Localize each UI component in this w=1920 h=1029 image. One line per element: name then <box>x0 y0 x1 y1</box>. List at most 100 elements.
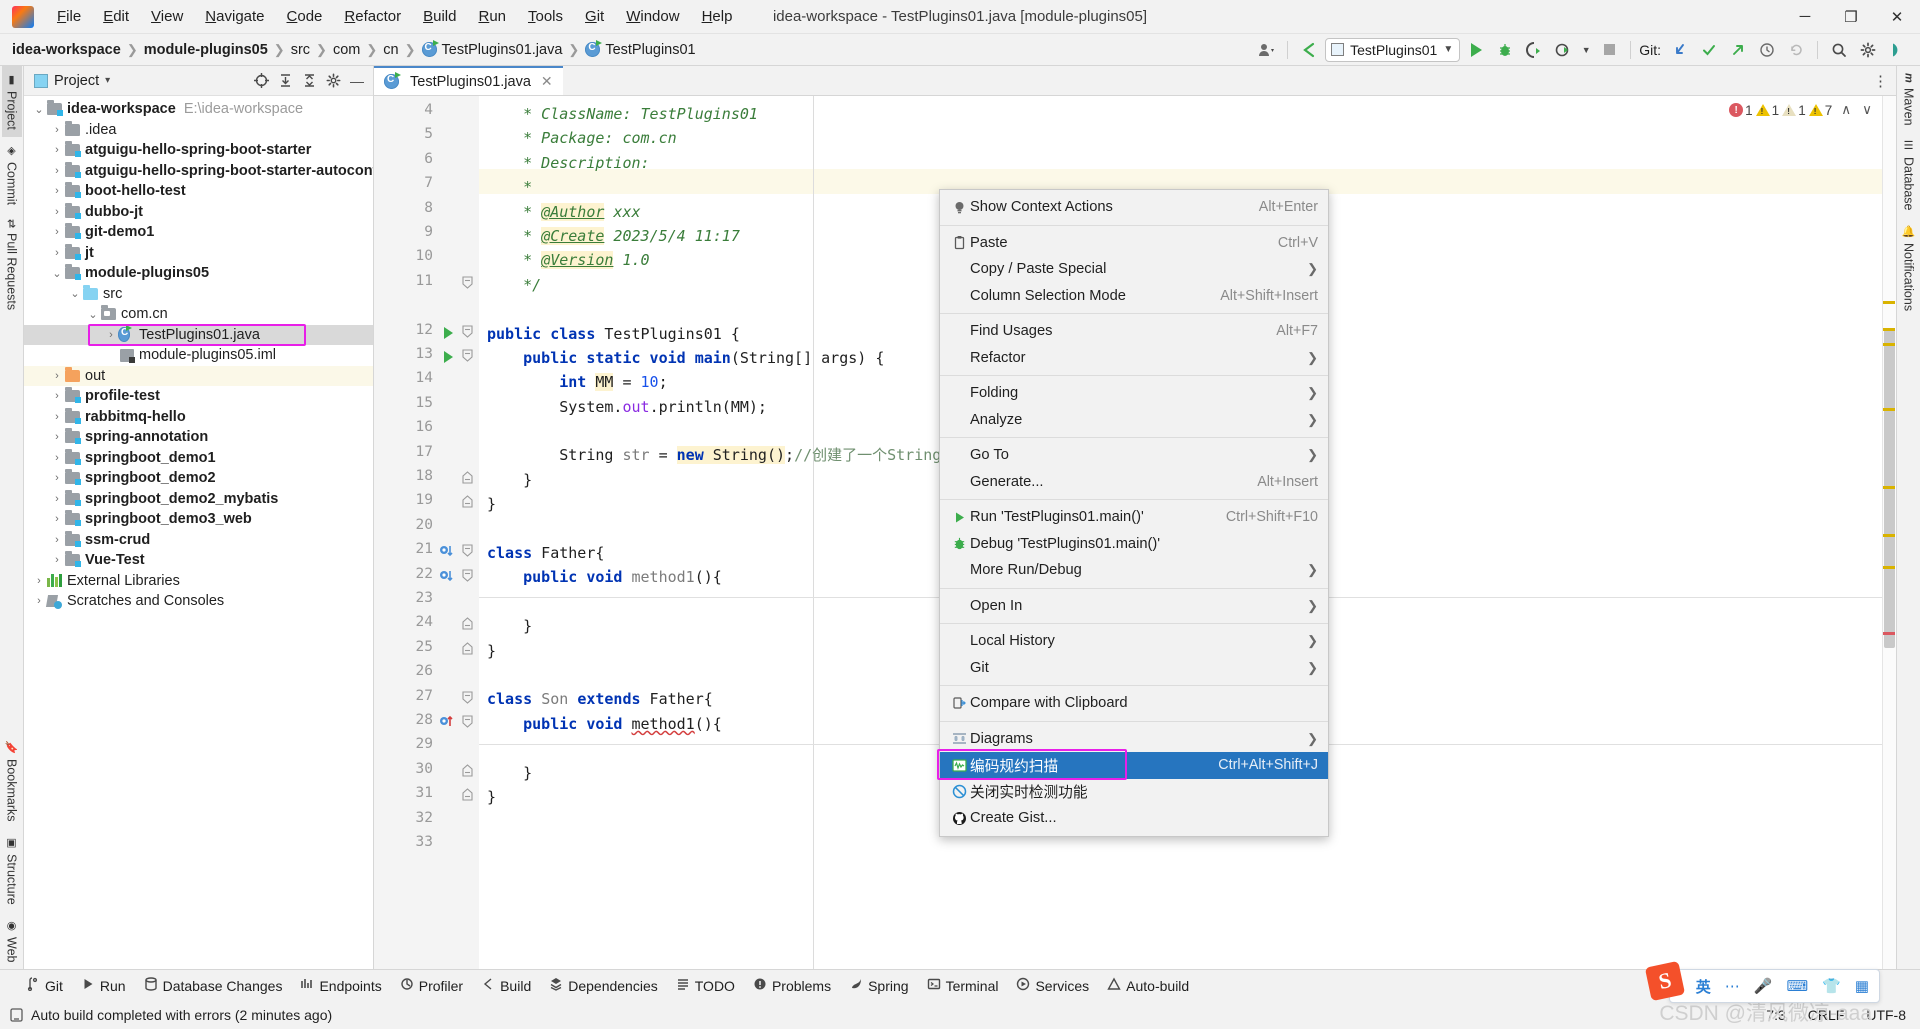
tree-node-atguigu-hello-spring-boot-starter-autoconfigu[interactable]: › atguigu-hello-spring-boot-starter-autoc… <box>24 161 373 182</box>
context-menu-item-19[interactable]: 关闭实时检测功能 <box>940 779 1328 806</box>
file-encoding[interactable]: UTF-8 <box>1866 1007 1906 1023</box>
expand-arrow-icon[interactable]: › <box>50 124 64 136</box>
code-folding-icon[interactable] <box>462 691 473 707</box>
context-menu-item-11[interactable]: Debug 'TestPlugins01.main()' <box>940 531 1328 558</box>
context-menu-item-2[interactable]: Copy / Paste Special ❯ <box>940 256 1328 283</box>
menu-edit[interactable]: Edit <box>92 4 140 29</box>
collapse-all-icon[interactable] <box>299 71 319 91</box>
inspection-marker[interactable] <box>1883 408 1895 411</box>
expand-arrow-icon[interactable]: › <box>50 247 64 259</box>
warning-count-badge[interactable]: 1 <box>1755 103 1779 118</box>
inspection-marker[interactable] <box>1883 534 1895 537</box>
inspection-marker[interactable] <box>1883 301 1895 304</box>
editor-tabs-more-icon[interactable]: ⋮ <box>1873 66 1896 95</box>
breadcrumb-item-5[interactable]: C TestPlugins01.java <box>421 40 562 58</box>
menu-help[interactable]: Help <box>691 4 744 29</box>
tree-node-scratches-and-consoles[interactable]: › Scratches and Consoles <box>24 591 373 612</box>
inspection-summary[interactable]: ! 1 1 1 7 ∧ ∨ <box>1729 102 1872 118</box>
expand-arrow-icon[interactable]: › <box>50 472 64 484</box>
expand-arrow-icon[interactable]: › <box>50 370 64 382</box>
sidebar-item-structure[interactable]: ▣ Structure <box>2 829 22 912</box>
sidebar-item-commit[interactable]: ◈ Commit <box>2 137 22 212</box>
expand-arrow-icon[interactable]: › <box>32 575 46 587</box>
tab-testplugins01-java[interactable]: C TestPlugins01.java ✕ <box>374 66 563 95</box>
tool-window-dependencies[interactable]: Dependencies <box>549 977 658 994</box>
history-icon[interactable] <box>1754 38 1780 62</box>
code-editor[interactable]: 4 5 6 7 8 9 10 11 12 13 14 15 16 17 18 19 20 21 22 23 24 25 26… <box>374 96 1896 969</box>
editor-inspection-scrollbar[interactable] <box>1882 96 1896 969</box>
sogou-logo-icon[interactable]: S <box>1644 960 1685 1002</box>
expand-arrow-icon[interactable]: › <box>32 595 46 607</box>
expand-arrow-icon[interactable]: ⌄ <box>68 287 82 300</box>
tool-window-profiler[interactable]: Profiler <box>400 977 463 994</box>
context-menu-item-3[interactable]: Column Selection Mode Alt+Shift+Insert <box>940 283 1328 310</box>
menu-navigate[interactable]: Navigate <box>194 4 275 29</box>
expand-arrow-icon[interactable]: › <box>50 513 64 525</box>
run-button[interactable] <box>1463 38 1489 62</box>
tree-node-out[interactable]: › out <box>24 365 373 386</box>
tree-node-ssm-crud[interactable]: › ssm-crud <box>24 530 373 551</box>
breadcrumb-item-6[interactable]: C TestPlugins01 <box>585 40 696 58</box>
tool-window-git[interactable]: Git <box>26 977 63 994</box>
weak-warning-count-badge[interactable]: 1 <box>1782 103 1806 118</box>
inspection-marker[interactable] <box>1883 343 1895 346</box>
menu-file[interactable]: File <box>46 4 92 29</box>
tree-node-idea-workspace[interactable]: ⌄ idea-workspace E:\idea-workspace <box>24 99 373 120</box>
run-gutter-icon[interactable] <box>444 350 453 367</box>
tool-window-todo[interactable]: TODO <box>676 977 735 994</box>
close-icon[interactable]: ✕ <box>541 73 553 90</box>
expand-arrow-icon[interactable]: › <box>50 411 64 423</box>
tool-window-build[interactable]: Build <box>481 977 531 994</box>
other-warning-count-badge[interactable]: 7 <box>1808 103 1832 118</box>
overridden-method-icon[interactable] <box>439 569 453 588</box>
voice-icon[interactable]: 🎤 <box>1754 977 1773 995</box>
context-menu-item-9[interactable]: Generate... Alt+Insert <box>940 469 1328 496</box>
inspection-marker[interactable] <box>1883 566 1895 569</box>
code-folding-icon[interactable] <box>462 642 473 658</box>
editor-gutter[interactable]: 4 5 6 7 8 9 10 11 12 13 14 15 16 17 18 19 20 21 22 23 24 25 26… <box>374 96 479 969</box>
tree-node-dubbo-jt[interactable]: › dubbo-jt <box>24 202 373 223</box>
context-menu-item-17[interactable]: Diagrams ❯ <box>940 726 1328 753</box>
expand-arrow-icon[interactable]: › <box>50 390 64 402</box>
breadcrumb-item-4[interactable]: cn <box>383 42 398 58</box>
code-folding-icon[interactable] <box>462 764 473 780</box>
handwriting-icon[interactable]: ⋯ <box>1725 977 1740 995</box>
expand-all-icon[interactable] <box>275 71 295 91</box>
menu-window[interactable]: Window <box>615 4 690 29</box>
error-count-badge[interactable]: ! 1 <box>1729 103 1753 118</box>
tree-node-module-plugins05[interactable]: ⌄ module-plugins05 <box>24 263 373 284</box>
settings-icon[interactable] <box>1855 38 1881 62</box>
tool-window-run[interactable]: Run <box>81 977 126 994</box>
menu-refactor[interactable]: Refactor <box>333 4 412 29</box>
context-menu-item-20[interactable]: Create Gist... <box>940 805 1328 832</box>
code-folding-icon[interactable] <box>462 617 473 633</box>
code-folding-icon[interactable] <box>462 569 473 585</box>
run-with-coverage-button[interactable] <box>1521 38 1547 62</box>
context-menu-item-10[interactable]: Run 'TestPlugins01.main()' Ctrl+Shift+F10 <box>940 504 1328 531</box>
tree-node-external-libraries[interactable]: › External Libraries <box>24 571 373 592</box>
sidebar-item-project[interactable]: ▮ Project <box>1 66 22 137</box>
menu-run[interactable]: Run <box>467 4 517 29</box>
overridden-method-icon[interactable] <box>439 544 453 563</box>
close-button[interactable]: ✕ <box>1874 0 1920 34</box>
breadcrumb-item-3[interactable]: com <box>333 42 360 58</box>
rollback-icon[interactable] <box>1783 38 1809 62</box>
tree-node-profile-test[interactable]: › profile-test <box>24 386 373 407</box>
ide-assistant-icon[interactable] <box>1884 38 1910 62</box>
tree-node-src[interactable]: ⌄ src <box>24 284 373 305</box>
select-opened-file-icon[interactable] <box>251 71 271 91</box>
expand-arrow-icon[interactable]: › <box>50 452 64 464</box>
breadcrumb-item-1[interactable]: module-plugins05 <box>144 42 268 58</box>
tree-node-boot-hello-test[interactable]: › boot-hello-test <box>24 181 373 202</box>
expand-arrow-icon[interactable]: ⌄ <box>50 267 64 280</box>
chevron-down-icon[interactable]: ▾ <box>105 75 110 86</box>
run-gutter-icon[interactable] <box>444 326 453 343</box>
context-menu-item-1[interactable]: Paste Ctrl+V <box>940 230 1328 257</box>
tree-node-springboot-demo1[interactable]: › springboot_demo1 <box>24 448 373 469</box>
context-menu-item-4[interactable]: Find Usages Alt+F7 <box>940 318 1328 345</box>
tool-window-terminal[interactable]: Terminal <box>927 977 998 994</box>
breadcrumb-item-0[interactable]: idea-workspace <box>12 42 121 58</box>
menu-build[interactable]: Build <box>412 4 467 29</box>
code-line[interactable]: * Package: com.cn <box>487 126 1896 150</box>
code-folding-icon[interactable] <box>462 349 473 365</box>
